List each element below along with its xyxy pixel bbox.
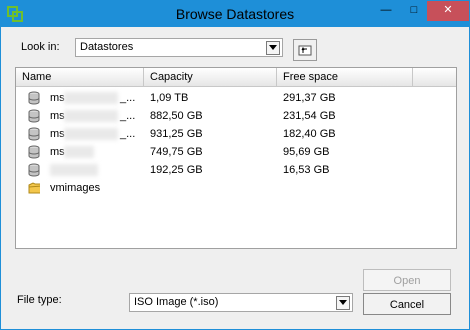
row-name: ms xyxy=(50,146,65,158)
cancel-button[interactable]: Cancel xyxy=(363,293,451,315)
database-icon xyxy=(28,163,40,177)
row-capacity: 882,50 GB xyxy=(150,110,203,122)
chevron-down-icon[interactable] xyxy=(266,41,280,55)
column-header-free-space[interactable]: Free space xyxy=(277,68,413,86)
row-name: ms xyxy=(50,92,65,104)
list-item[interactable]: ms _... 931,25 GB 182,40 GB xyxy=(16,125,456,143)
file-type-value: ISO Image (*.iso) xyxy=(134,296,219,308)
database-icon xyxy=(28,145,40,159)
list-item[interactable]: vmimages xyxy=(16,179,456,197)
title-bar[interactable]: Browse Datastores — □ ✕ xyxy=(1,1,469,27)
datastore-list[interactable]: Name Capacity Free space ms _... 1,09 TB… xyxy=(15,67,457,249)
row-name: ms xyxy=(50,110,65,122)
redacted-text xyxy=(64,128,118,140)
maximize-button[interactable]: □ xyxy=(399,1,429,21)
list-item[interactable]: ms _... 882,50 GB 231,54 GB xyxy=(16,107,456,125)
redacted-text xyxy=(64,146,94,158)
redacted-text xyxy=(64,92,118,104)
folder-icon xyxy=(28,182,40,194)
minimize-button[interactable]: — xyxy=(371,1,401,21)
column-header-capacity[interactable]: Capacity xyxy=(144,68,277,86)
row-free-space: 291,37 GB xyxy=(283,92,336,104)
column-header-blank xyxy=(413,68,456,86)
browse-datastores-dialog: Browse Datastores — □ ✕ Look in: Datasto… xyxy=(0,0,470,330)
row-free-space: 182,40 GB xyxy=(283,128,336,140)
file-type-dropdown[interactable]: ISO Image (*.iso) xyxy=(129,293,353,312)
look-in-dropdown[interactable]: Datastores xyxy=(75,38,283,57)
chevron-down-icon[interactable] xyxy=(336,296,350,310)
row-name: ms xyxy=(50,128,65,140)
look-in-label: Look in: xyxy=(21,41,60,53)
list-item[interactable]: 192,25 GB 16,53 GB xyxy=(16,161,456,179)
redacted-text xyxy=(64,110,118,122)
database-icon xyxy=(28,91,40,105)
database-icon xyxy=(28,127,40,141)
database-icon xyxy=(28,109,40,123)
column-header-name[interactable]: Name xyxy=(16,68,144,86)
open-button[interactable]: Open xyxy=(363,269,451,291)
look-in-value: Datastores xyxy=(80,41,134,53)
row-free-space: 95,69 GB xyxy=(283,146,330,158)
row-capacity: 931,25 GB xyxy=(150,128,203,140)
list-header: Name Capacity Free space xyxy=(16,68,456,87)
row-name-suffix: _... xyxy=(120,92,136,104)
file-type-label: File type: xyxy=(17,294,62,306)
row-free-space: 16,53 GB xyxy=(283,164,330,176)
close-button[interactable]: ✕ xyxy=(427,1,469,21)
row-name: vmimages xyxy=(50,182,101,194)
row-capacity: 1,09 TB xyxy=(150,92,189,104)
redacted-text xyxy=(50,164,98,176)
up-one-level-button[interactable] xyxy=(293,39,317,61)
row-capacity: 192,25 GB xyxy=(150,164,203,176)
up-folder-icon xyxy=(298,45,312,56)
list-item[interactable]: ms _... 1,09 TB 291,37 GB xyxy=(16,89,456,107)
list-item[interactable]: ms 749,75 GB 95,69 GB xyxy=(16,143,456,161)
row-name-suffix: _... xyxy=(120,110,136,122)
row-free-space: 231,54 GB xyxy=(283,110,336,122)
row-capacity: 749,75 GB xyxy=(150,146,203,158)
row-name-suffix: _... xyxy=(120,128,136,140)
